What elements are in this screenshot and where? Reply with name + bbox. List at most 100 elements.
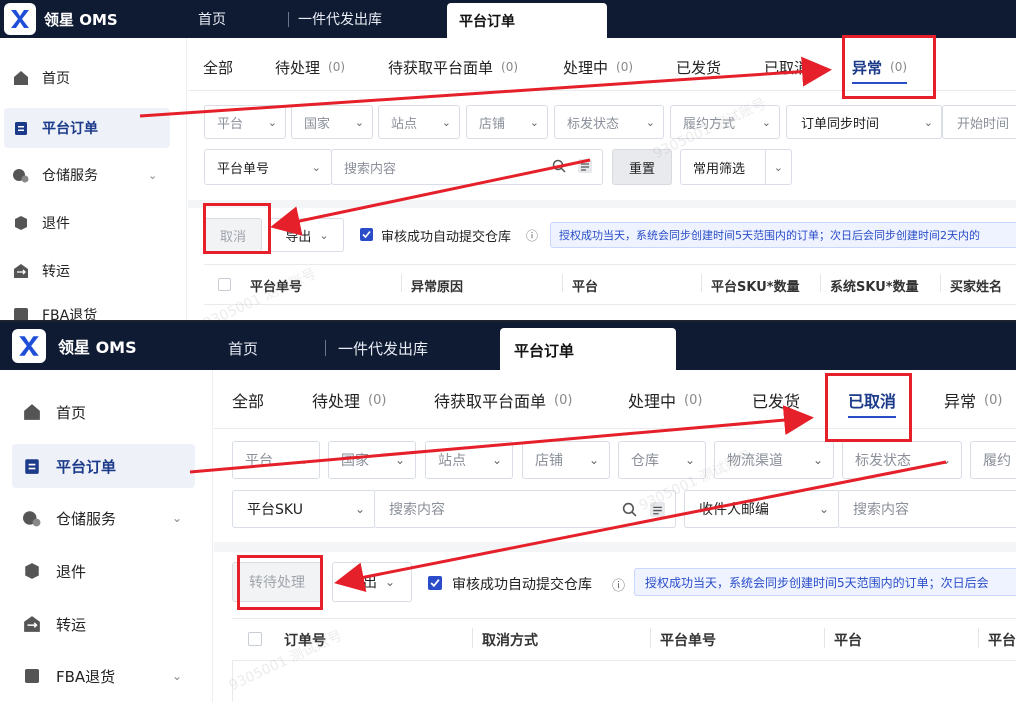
export-button[interactable]: 导出 ⌄ bbox=[332, 562, 412, 602]
chevron-down-icon: ⌄ bbox=[773, 160, 783, 174]
top-tab-platform-orders[interactable]: 平台订单 bbox=[500, 328, 676, 372]
sidebar-item-platform-orders[interactable]: 平台订单 bbox=[4, 108, 170, 148]
sidebar-item-returns[interactable]: 退件 bbox=[4, 203, 170, 243]
amazon-icon bbox=[12, 307, 30, 320]
sidebar-item-transfer[interactable]: 转运 bbox=[12, 602, 195, 646]
move-to-pending-button[interactable]: 转待处理 bbox=[232, 562, 322, 602]
auto-submit-checkbox[interactable] bbox=[360, 228, 373, 241]
app-logo[interactable]: 领星 OMS bbox=[4, 3, 118, 35]
filter-platform[interactable]: 平台 ⌄ bbox=[204, 105, 286, 139]
sidebar-item-fba-returns[interactable]: FBA退货 bbox=[4, 300, 170, 320]
filter-country[interactable]: 国家 ⌄ bbox=[291, 105, 373, 139]
sidebar-item-platform-orders[interactable]: 平台订单 bbox=[12, 444, 195, 488]
select-all-checkbox[interactable] bbox=[248, 632, 262, 646]
reset-button[interactable]: 重置 bbox=[612, 149, 672, 185]
tab-shipped[interactable]: 已发货 bbox=[752, 388, 800, 412]
screenshot-exception-tab: 领星 OMS 首页 一件代发出库 平台订单 首页 平台订单 仓储服务 ⌄ 退件 … bbox=[0, 0, 1016, 320]
sidebar-item-home[interactable]: 首页 bbox=[4, 58, 170, 98]
search-field-select[interactable]: 平台SKU ⌄ bbox=[232, 490, 376, 528]
tab-awaiting-label[interactable]: 待获取平台面单 (0) bbox=[434, 388, 572, 412]
sidebar-item-returns[interactable]: 退件 bbox=[12, 549, 195, 593]
tab-cancelled[interactable]: 已取消 bbox=[848, 388, 897, 418]
sidebar-item-transfer[interactable]: 转运 bbox=[4, 251, 170, 291]
batch-search-icon[interactable] bbox=[650, 502, 665, 521]
chevron-down-icon: ⌄ bbox=[311, 160, 321, 174]
filter-mark-status[interactable]: 标发状态 ⌄ bbox=[554, 105, 664, 139]
tab-all[interactable]: 全部 bbox=[203, 56, 233, 78]
tab-processing[interactable]: 处理中 (0) bbox=[628, 388, 702, 412]
filter-sync-time-type[interactable]: 订单同步时间 ⌄ bbox=[786, 105, 942, 139]
filter-site[interactable]: 站点 ⌄ bbox=[425, 441, 513, 479]
select-all-checkbox[interactable] bbox=[218, 278, 231, 291]
column-exception-reason: 异常原因 bbox=[411, 280, 464, 295]
transfer-icon bbox=[12, 263, 30, 279]
filter-logistics-channel[interactable]: 物流渠道 ⌄ bbox=[714, 441, 834, 479]
chevron-down-icon: ⌄ bbox=[645, 115, 655, 129]
postcode-input[interactable]: 搜索内容 bbox=[838, 490, 1016, 528]
tab-cancelled[interactable]: 已取消 bbox=[764, 56, 809, 78]
tab-pending[interactable]: 待处理 (0) bbox=[275, 56, 345, 78]
sidebar-item-home[interactable]: 首页 bbox=[12, 390, 195, 434]
filter-store[interactable]: 店铺 ⌄ bbox=[522, 441, 610, 479]
filter-fulfillment[interactable]: 履约 bbox=[970, 441, 1016, 479]
tab-shipped[interactable]: 已发货 bbox=[676, 56, 721, 78]
tab-all[interactable]: 全部 bbox=[232, 388, 264, 412]
warehouse-icon bbox=[12, 167, 30, 183]
batch-search-icon[interactable] bbox=[578, 159, 592, 177]
auto-submit-checkbox[interactable] bbox=[428, 576, 442, 590]
common-filter-button[interactable]: 常用筛选 ⌄ bbox=[680, 149, 792, 185]
filter-country[interactable]: 国家 ⌄ bbox=[328, 441, 416, 479]
filter-fulfillment[interactable]: 履约方式 ⌄ bbox=[670, 105, 780, 139]
search-field-select[interactable]: 平台单号 ⌄ bbox=[204, 149, 332, 185]
top-tab-platform-orders[interactable]: 平台订单 bbox=[447, 3, 607, 38]
column-buyer-name: 买家姓名 bbox=[950, 280, 1003, 295]
column-platform: 平台 bbox=[572, 280, 599, 295]
tab-exception[interactable]: 异常 (0) bbox=[944, 388, 1002, 412]
chevron-down-icon: ⌄ bbox=[818, 502, 829, 516]
transfer-icon bbox=[22, 615, 42, 633]
top-bar: 领星 OMS 首页 一件代发出库 平台订单 bbox=[0, 322, 1016, 372]
column-platform-order-no: 平台单号 bbox=[250, 280, 303, 295]
tab-awaiting-label[interactable]: 待获取平台面单 (0) bbox=[388, 56, 518, 78]
search-icon[interactable] bbox=[622, 502, 637, 521]
app-name: 领星 OMS bbox=[44, 10, 118, 29]
sidebar-item-fba-returns[interactable]: FBA退货 ⌄ bbox=[12, 654, 195, 698]
top-tab-dropship[interactable]: 一件代发出库 bbox=[338, 322, 428, 374]
tab-exception[interactable]: 异常 (0) bbox=[852, 56, 908, 84]
postcode-field-select[interactable]: 收件人邮编 ⌄ bbox=[684, 490, 840, 528]
start-time-input[interactable]: 开始时间 bbox=[942, 105, 1016, 139]
export-button[interactable]: 导出 ⌄ bbox=[270, 218, 344, 252]
search-input[interactable]: 搜索内容 bbox=[331, 149, 603, 185]
sidebar-item-warehouse[interactable]: 仓储服务 ⌄ bbox=[4, 155, 170, 195]
help-icon[interactable]: ⓘ bbox=[612, 575, 625, 594]
chevron-down-icon: ⌄ bbox=[354, 502, 365, 516]
filter-site[interactable]: 站点 ⌄ bbox=[378, 105, 460, 139]
tab-pending[interactable]: 待处理 (0) bbox=[312, 388, 386, 412]
column-system-sku-qty: 系统SKU*数量 bbox=[830, 280, 919, 295]
filter-mark-status[interactable]: 标发状态 ⌄ bbox=[842, 441, 962, 479]
sidebar-item-warehouse[interactable]: 仓储服务 ⌄ bbox=[12, 496, 195, 540]
search-input[interactable]: 搜索内容 bbox=[374, 490, 676, 528]
home-icon bbox=[12, 70, 30, 86]
top-tab-home[interactable]: 首页 bbox=[228, 322, 258, 374]
clipboard-icon bbox=[12, 120, 30, 136]
chevron-down-icon: ⌄ bbox=[319, 228, 329, 242]
chevron-down-icon: ⌄ bbox=[298, 453, 309, 467]
app-logo[interactable]: 领星 OMS bbox=[12, 328, 137, 364]
column-order-no: 订单号 bbox=[284, 633, 326, 649]
top-tab-dropship[interactable]: 一件代发出库 bbox=[298, 0, 382, 38]
filter-warehouse[interactable]: 仓库 ⌄ bbox=[618, 441, 706, 479]
help-icon[interactable]: ⓘ bbox=[526, 227, 538, 244]
return-box-icon bbox=[12, 215, 30, 231]
chevron-down-icon: ⌄ bbox=[812, 453, 823, 467]
clipboard-icon bbox=[22, 457, 42, 475]
top-tab-home[interactable]: 首页 bbox=[198, 0, 226, 38]
tab-processing[interactable]: 处理中 (0) bbox=[563, 56, 633, 78]
auto-submit-label: 审核成功自动提交仓库 bbox=[381, 230, 512, 245]
filter-platform[interactable]: 平台 ⌄ bbox=[232, 441, 320, 479]
column-platform-2: 平台 bbox=[988, 633, 1016, 649]
search-icon[interactable] bbox=[552, 159, 566, 177]
filter-store[interactable]: 店铺 ⌄ bbox=[466, 105, 548, 139]
chevron-down-icon: ⌄ bbox=[394, 453, 405, 467]
cancel-order-button[interactable]: 取消 bbox=[204, 218, 262, 252]
